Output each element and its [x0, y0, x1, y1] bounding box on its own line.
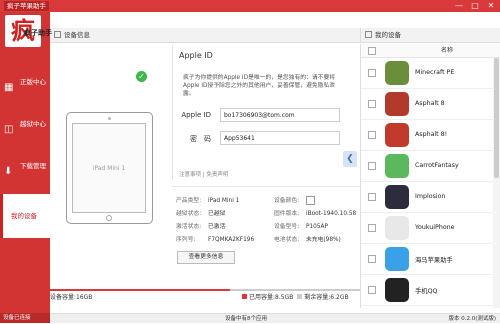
app-name: YoukuiPhone	[415, 224, 455, 231]
free-swatch	[297, 294, 303, 299]
app-name: Implosion	[415, 193, 446, 200]
list-item[interactable]: 海马苹果助手	[361, 244, 493, 275]
password-label: 密 码	[190, 135, 211, 143]
scrollbar-thumb[interactable]	[494, 58, 499, 178]
download-icon: ⬇	[4, 166, 13, 177]
maximize-button[interactable]: □	[468, 1, 482, 11]
app-name: Minecraft PE	[415, 69, 455, 76]
sidebar-item-label: 正版中心	[20, 78, 46, 86]
sidebar-item-my-device[interactable]: 我的设备	[0, 194, 50, 238]
check-icon: ✓	[136, 71, 147, 82]
sidebar-item-label: 下载管理	[20, 162, 46, 170]
app-icon	[385, 278, 409, 302]
apple-id-row: Apple ID	[173, 108, 345, 122]
app-checkbox[interactable]	[368, 286, 376, 294]
app-list-header: 名称	[360, 44, 500, 58]
list-item[interactable]: 手机QQ	[361, 275, 493, 306]
notice-links[interactable]: 注意事项 | 免责声明	[179, 170, 228, 178]
app-name: Asphalt 8	[415, 100, 445, 107]
my-device-header: 我的设备	[360, 28, 500, 43]
app-icon	[385, 216, 409, 240]
section-title: 我的设备	[375, 31, 401, 39]
camera-icon	[108, 117, 111, 120]
column-name: 名称	[441, 47, 454, 54]
window-title: 疯子苹果助手	[4, 1, 49, 11]
app-name: Asphalt 8!	[415, 131, 448, 138]
sidebar-item-downloads[interactable]: ⬇ 下载管理	[0, 152, 50, 196]
connection-status: 设备已连接	[0, 313, 50, 323]
device-screen-label: iPad Mini 1	[72, 123, 146, 213]
used-swatch	[242, 294, 247, 299]
device-info-header: 设备信息	[50, 28, 360, 43]
info-icon	[54, 31, 61, 38]
scrollbar[interactable]	[493, 58, 500, 308]
password-field[interactable]	[220, 131, 340, 145]
app-icon	[385, 61, 409, 85]
apple-id-label: Apple ID	[181, 111, 211, 119]
app-checkbox[interactable]	[368, 100, 376, 108]
apple-id-note: 疯子为你提供的Apple ID是唯一的，是您独有的：请不要将Apple ID授予…	[183, 75, 336, 97]
info-row: 设备颜色:	[274, 195, 315, 207]
app-name: 海马苹果助手	[415, 257, 453, 264]
device-icon	[365, 31, 372, 38]
app-checkbox[interactable]	[368, 69, 376, 77]
password-row: 密 码	[173, 131, 345, 145]
info-row: 越狱状态: 已越狱	[176, 211, 226, 217]
app-checkbox[interactable]	[368, 162, 376, 170]
apple-id-panel: Apple ID 疯子为你提供的Apple ID是唯一的，是您独有的：请不要将A…	[172, 45, 344, 180]
info-row: 激活状态: 已激活	[176, 224, 226, 230]
list-item[interactable]: Minecraft PE	[361, 58, 493, 89]
status-bar: 设备中有8个应用 版本 0.2.0(测试版)	[50, 313, 500, 323]
unlock-icon: ◫	[4, 124, 14, 135]
more-info-button[interactable]: 查看更多信息	[177, 251, 235, 264]
sidebar-item-label: 我的设备	[11, 212, 37, 220]
app-icon	[385, 247, 409, 271]
info-row: 固件版本: iBoot-1940.10.58	[274, 211, 357, 217]
app-checkbox[interactable]	[368, 193, 376, 201]
app-icon	[385, 185, 409, 209]
list-item[interactable]: YoukuiPhone	[361, 213, 493, 244]
list-item[interactable]: CarrotFantasy	[361, 151, 493, 182]
app-icon	[385, 92, 409, 116]
app-icon	[385, 123, 409, 147]
info-row: 序列号: F7QMKA2KF196	[176, 237, 255, 243]
minimize-button[interactable]: —	[452, 1, 466, 11]
app-checkbox[interactable]	[368, 131, 376, 139]
sidebar-item-label: 越狱中心	[20, 120, 46, 128]
app-checkbox[interactable]	[368, 255, 376, 263]
list-item[interactable]: Asphalt 8	[361, 89, 493, 120]
device-color-swatch	[306, 196, 315, 205]
title-bar: 疯子苹果助手 — □ ✕	[0, 0, 500, 12]
list-item[interactable]: Asphalt 8!	[361, 120, 493, 151]
device-info-panel: 产品类型: iPad Mini 1 越狱状态: 已越狱 激活状态: 已激活 序列号: F…	[172, 186, 360, 282]
section-title: 设备信息	[64, 31, 90, 39]
home-button-icon	[106, 215, 112, 221]
storage-capacity: 设备容量:16GB	[50, 294, 93, 301]
free-label: 剩余容量:6.2GB	[304, 294, 349, 301]
sidebar: 疯 ▦ 正版中心 ◫ 越狱中心 ⬇ 下载管理 我的设备 设备已连接	[0, 12, 50, 323]
storage-legend: 已用容量:8.5GB 剩余容量:6.2GB	[240, 292, 349, 301]
apple-id-field[interactable]	[220, 108, 340, 122]
sidebar-item-jailbreak[interactable]: ◫ 越狱中心	[0, 110, 50, 154]
list-item[interactable]: Implosion	[361, 182, 493, 213]
ipad-illustration: iPad Mini 1	[66, 112, 153, 224]
info-row: 产品类型: iPad Mini 1	[176, 198, 240, 204]
info-row: 设备型号: P105AP	[274, 224, 329, 230]
storage-used-fill	[50, 289, 230, 291]
app-checkbox[interactable]	[368, 224, 376, 232]
app-name: CarrotFantasy	[415, 162, 459, 169]
storage-bar: 设备容量:16GB 已用容量:8.5GB 剩余容量:6.2GB	[50, 286, 360, 302]
select-all-checkbox[interactable]	[368, 47, 376, 55]
close-button[interactable]: ✕	[484, 1, 498, 11]
info-row: 电池状态: 未充电(98%)	[274, 237, 341, 243]
app-list: Minecraft PE Asphalt 8 Asphalt 8! CarrotFan…	[360, 58, 493, 308]
app-icon	[385, 154, 409, 178]
sidebar-item-official[interactable]: ▦ 正版中心	[0, 68, 50, 112]
apps-icon: ▦	[4, 82, 14, 93]
device-name: 疯子助手	[24, 29, 52, 37]
app-name: 手机QQ	[415, 288, 438, 295]
apple-id-title: Apple ID	[179, 51, 213, 60]
collapse-arrow-icon[interactable]: ❮	[343, 151, 357, 167]
used-label: 已用容量:8.5GB	[249, 294, 294, 301]
